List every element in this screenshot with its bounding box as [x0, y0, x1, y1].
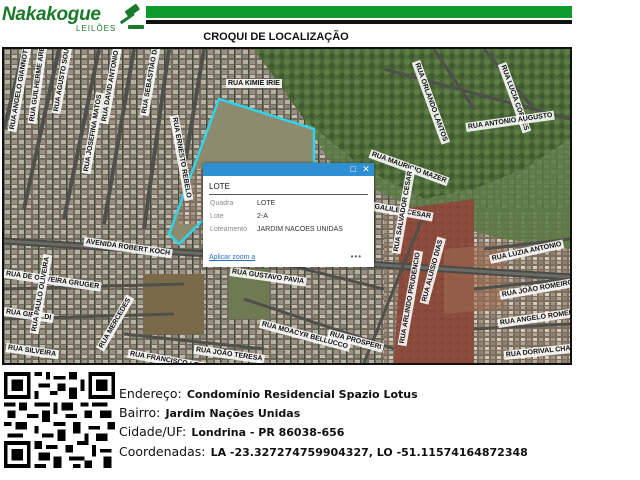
popup-title: LOTE: [209, 182, 230, 191]
popup-value: 2-A: [257, 213, 268, 220]
header-green-bar: [146, 6, 572, 18]
street-label: RUA KIMIE IRIE: [226, 79, 282, 88]
address-label: Endereço:: [119, 386, 182, 401]
popup-value: LOTE: [257, 200, 276, 207]
more-actions-icon[interactable]: •••: [351, 252, 362, 261]
popup-value: JARDIM NACOES UNIDAS: [257, 226, 343, 233]
popup-key: Lote: [210, 213, 224, 220]
brand-logo: Nakakogue LEILÕES: [2, 4, 144, 33]
zoom-to-link[interactable]: Aplicar zoom a: [209, 254, 255, 261]
qr-code[interactable]: [3, 372, 116, 468]
neighborhood-value: Jardim Nações Unidas: [165, 407, 301, 420]
page-title: CROQUI DE LOCALIZAÇÃO: [203, 31, 349, 43]
maximize-icon[interactable]: □: [348, 164, 358, 174]
close-icon[interactable]: ✕: [361, 164, 371, 174]
neighborhood-line: Bairro: Jardim Nações Unidas: [119, 402, 300, 421]
address-line: Endereço: Condomínio Residencial Spazio …: [119, 383, 418, 402]
coordinates-line: Coordenadas: LA -23.327274759904327, LO …: [119, 441, 528, 460]
city-value: Londrina - PR 86038-656: [191, 426, 345, 439]
gavel-icon: [119, 4, 144, 29]
header-black-bar: [146, 20, 572, 24]
popup-key: Quadra: [210, 200, 234, 207]
popup-key: Loteamento: [210, 226, 247, 233]
brand-name: Nakakogue: [2, 4, 101, 25]
city-label: Cidade/UF:: [119, 424, 187, 439]
address-value: Condomínio Residencial Spazio Lotus: [186, 388, 418, 401]
popup-divider: [209, 194, 368, 195]
neighborhood-label: Bairro:: [119, 405, 161, 420]
city-line: Cidade/UF: Londrina - PR 86038-656: [119, 421, 344, 440]
feature-popup: □ ✕ LOTE Quadra LOTE Lote 2-A Loteamento…: [203, 163, 374, 267]
map-viewer[interactable]: RUA ANGELO GIANNOTTI RUA GUILHERME ARBELL…: [2, 47, 572, 365]
popup-header: □ ✕: [203, 163, 374, 176]
coordinates-value: LA -23.327274759904327, LO -51.115741648…: [210, 446, 528, 459]
coordinates-label: Coordenadas:: [119, 444, 206, 459]
